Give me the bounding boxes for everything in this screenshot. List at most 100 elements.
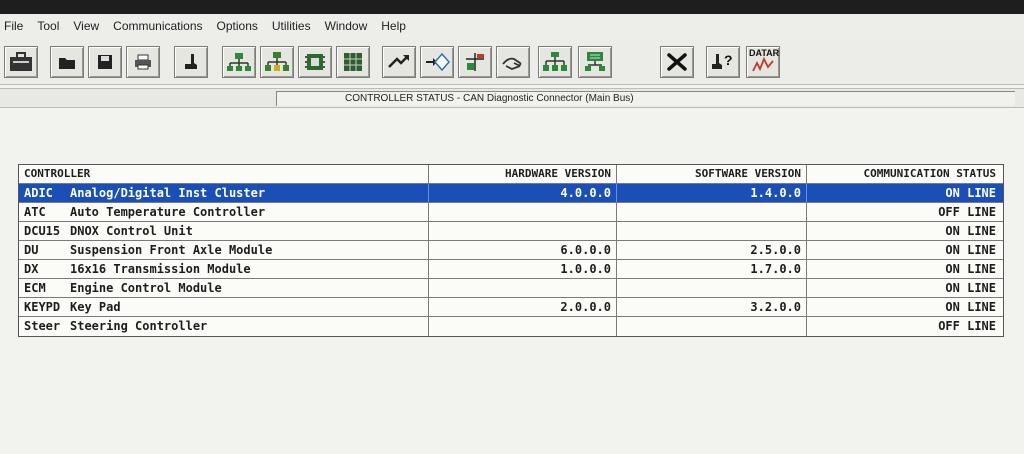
tools-icon <box>667 53 687 71</box>
table-row[interactable]: DX 16x16 Transmission Module 1.0.0.0 1.7.… <box>19 260 1003 279</box>
open-button[interactable] <box>50 46 84 78</box>
hardware-version <box>429 317 617 336</box>
status-title: CONTROLLER STATUS - CAN Diagnostic Conne… <box>276 91 1015 106</box>
toolbar: ? DATAR <box>0 38 1024 85</box>
suitcase-icon <box>10 52 32 71</box>
application-window: File Tool View Communications Options Ut… <box>0 14 1024 454</box>
data-grid-button[interactable] <box>336 46 370 78</box>
communication-status: ON LINE <box>945 281 996 295</box>
print-button[interactable] <box>126 46 160 78</box>
help-boot-button[interactable]: ? <box>706 46 740 78</box>
header-controller[interactable]: CONTROLLER <box>19 165 429 183</box>
table-row[interactable]: DU Suspension Front Axle Module 6.0.0.0 2… <box>19 241 1003 260</box>
software-version: 3.2.0.0 <box>617 298 807 316</box>
communication-status: ON LINE <box>945 243 996 257</box>
table-row[interactable]: Steer Steering Controller OFF LINE <box>19 317 1003 336</box>
menu-communications[interactable]: Communications <box>113 19 202 33</box>
diamond-signal-button[interactable] <box>420 46 454 78</box>
software-version <box>617 203 807 221</box>
flash-arrow-button[interactable] <box>382 46 416 78</box>
controller-abbr: DU <box>24 243 39 257</box>
controller-name: Engine Control Module <box>70 281 222 295</box>
hardware-version: 2.0.0.0 <box>429 298 617 316</box>
communication-status: ON LINE <box>945 186 996 200</box>
network-connect-button[interactable] <box>222 46 256 78</box>
table-row[interactable]: ECM Engine Control Module ON LINE <box>19 279 1003 298</box>
controller-abbr: KEYPD <box>24 300 61 314</box>
handshake-button[interactable] <box>496 46 530 78</box>
status-bar: CONTROLLER STATUS - CAN Diagnostic Conne… <box>0 88 1024 108</box>
controller-name: DNOX Control Unit <box>70 224 193 238</box>
software-version: 1.4.0.0 <box>617 184 807 202</box>
datar-button[interactable]: DATAR <box>746 46 780 78</box>
data-grid-icon <box>344 53 362 71</box>
menu-tool[interactable]: Tool <box>37 19 59 33</box>
header-communication-status[interactable]: COMMUNICATION STATUS <box>807 165 1001 183</box>
datar-label: DATAR <box>749 48 780 58</box>
network-connect-icon <box>227 53 251 71</box>
menu-options[interactable]: Options <box>217 19 258 33</box>
hardware-version: 1.0.0.0 <box>429 260 617 278</box>
communication-status: OFF LINE <box>938 205 996 219</box>
controller-name: Analog/Digital Inst Cluster <box>70 186 266 200</box>
controller-abbr: DX <box>24 262 39 276</box>
controller-abbr: ADIC <box>24 186 53 200</box>
hardware-version: 4.0.0.0 <box>429 184 617 202</box>
bus-config-icon <box>466 53 484 71</box>
save-button[interactable] <box>88 46 122 78</box>
hardware-version <box>429 279 617 297</box>
boot-icon <box>185 54 197 69</box>
tools-button[interactable] <box>660 46 694 78</box>
communication-status: OFF LINE <box>938 319 996 333</box>
boot-button[interactable] <box>174 46 208 78</box>
menu-view[interactable]: View <box>73 19 99 33</box>
save-icon <box>98 55 112 69</box>
network-station-button[interactable] <box>578 46 612 78</box>
software-version <box>617 279 807 297</box>
communication-status: ON LINE <box>945 300 996 314</box>
network-nodes-button[interactable] <box>260 46 294 78</box>
controller-table: CONTROLLER HARDWARE VERSION SOFTWARE VER… <box>18 164 1004 337</box>
controller-name: Auto Temperature Controller <box>70 205 266 219</box>
hardware-version <box>429 222 617 240</box>
flash-arrow-icon <box>388 55 409 68</box>
table-row[interactable]: DCU15 DNOX Control Unit ON LINE <box>19 222 1003 241</box>
network-station-icon <box>585 52 605 71</box>
communication-status: ON LINE <box>945 262 996 276</box>
suitcase-button[interactable] <box>4 46 38 78</box>
module-chip-button[interactable] <box>298 46 332 78</box>
network-tree-button[interactable] <box>538 46 572 78</box>
software-version <box>617 317 807 336</box>
table-row[interactable]: ATC Auto Temperature Controller OFF LINE <box>19 203 1003 222</box>
software-version <box>617 222 807 240</box>
hardware-version <box>429 203 617 221</box>
controller-name: Suspension Front Axle Module <box>70 243 273 257</box>
network-tree-icon <box>543 52 567 71</box>
table-header: CONTROLLER HARDWARE VERSION SOFTWARE VER… <box>19 165 1003 184</box>
print-icon <box>135 54 151 70</box>
menu-utilities[interactable]: Utilities <box>272 19 311 33</box>
menu-window[interactable]: Window <box>325 19 368 33</box>
software-version: 2.5.0.0 <box>617 241 807 259</box>
controller-abbr: DCU15 <box>24 224 61 238</box>
diamond-signal-icon <box>426 52 450 72</box>
header-software-version[interactable]: SOFTWARE VERSION <box>617 165 807 183</box>
menu-file[interactable]: File <box>4 19 23 33</box>
table-row[interactable]: KEYPD Key Pad 2.0.0.0 3.2.0.0 ON LINE <box>19 298 1003 317</box>
handshake-icon <box>502 57 522 70</box>
bus-config-button[interactable] <box>458 46 492 78</box>
controller-name: 16x16 Transmission Module <box>70 262 251 276</box>
help-boot-icon: ? <box>712 52 733 69</box>
controller-abbr: ECM <box>24 281 46 295</box>
controller-abbr: Steer <box>24 319 61 333</box>
module-chip-icon <box>305 54 325 70</box>
header-hardware-version[interactable]: HARDWARE VERSION <box>429 165 617 183</box>
menu-bar: File Tool View Communications Options Ut… <box>0 14 1024 39</box>
menu-help[interactable]: Help <box>381 19 406 33</box>
network-nodes-icon <box>265 52 289 71</box>
controller-abbr: ATC <box>24 205 46 219</box>
software-version: 1.7.0.0 <box>617 260 807 278</box>
folder-open-icon <box>59 58 75 69</box>
hardware-version: 6.0.0.0 <box>429 241 617 259</box>
table-row[interactable]: ADIC Analog/Digital Inst Cluster 4.0.0.0 … <box>19 184 1003 203</box>
